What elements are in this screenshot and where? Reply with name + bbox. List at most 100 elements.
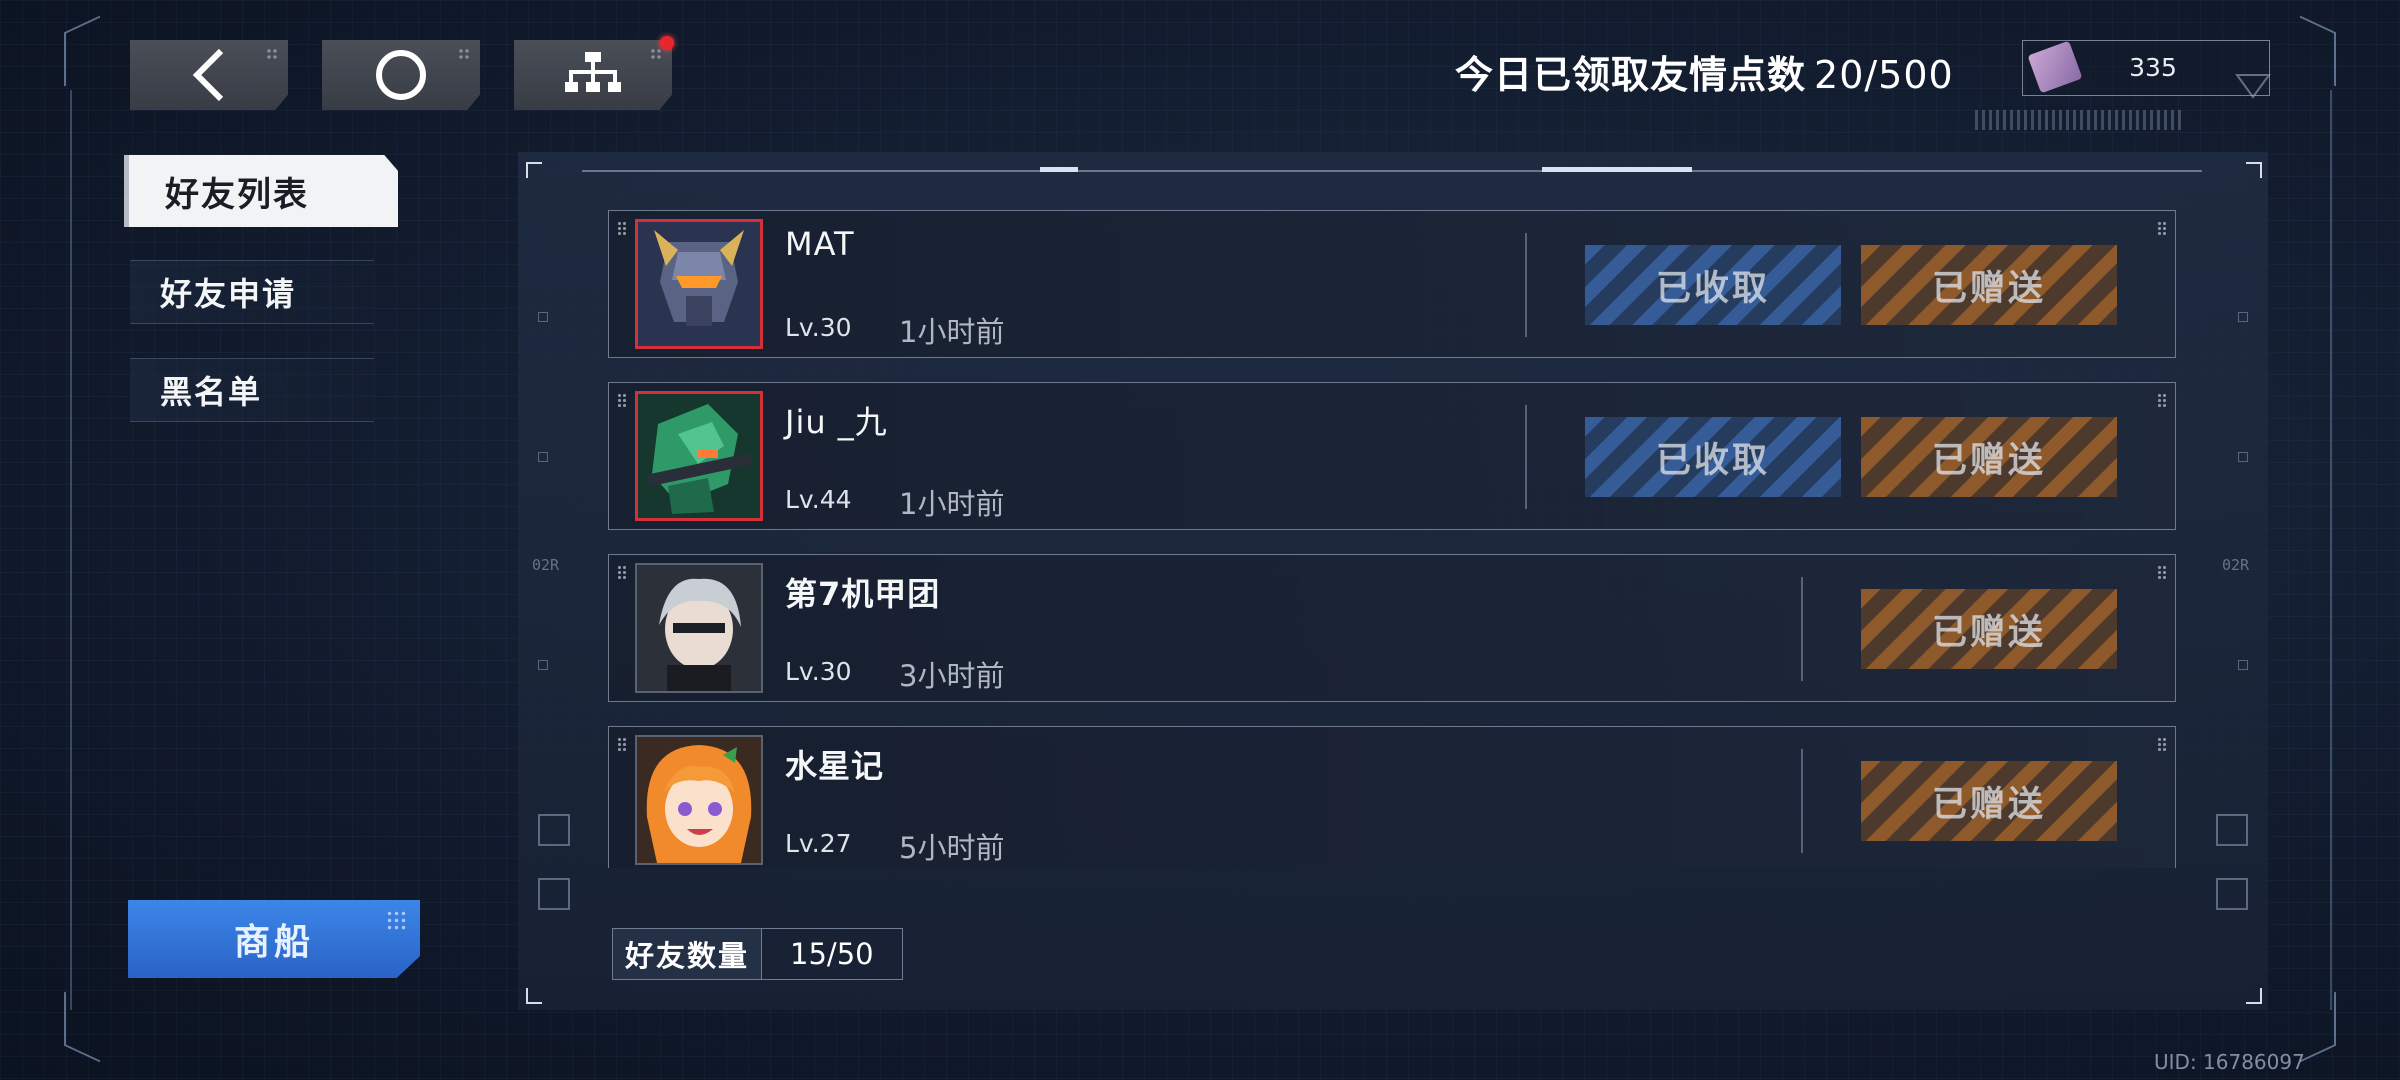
merchant-ship-label: 商船 bbox=[233, 922, 314, 963]
divider bbox=[1525, 405, 1527, 509]
merchant-ship-button[interactable]: 商船 bbox=[128, 900, 420, 978]
panel-corner-bl bbox=[526, 988, 542, 1004]
friendship-points-label: 今日已领取友情点数 bbox=[1455, 53, 1807, 97]
friend-count-value: 15/50 bbox=[761, 929, 902, 979]
friend-name: Jiu _九 bbox=[785, 403, 888, 441]
received-label: 已收取 bbox=[1655, 440, 1770, 481]
friendship-points-value: 20/500 bbox=[1814, 53, 1954, 97]
friend-level: Lv.30 bbox=[785, 313, 852, 342]
scroll-indicator-right bbox=[1542, 167, 1692, 172]
tab-blacklist[interactable]: 黑名单 bbox=[130, 358, 374, 422]
sent-button[interactable]: 已赠送 bbox=[1861, 589, 2117, 669]
green-mech-avatar-icon bbox=[638, 394, 760, 518]
sent-button[interactable]: 已赠送 bbox=[1861, 761, 2117, 841]
friend-last-seen: 1小时前 bbox=[899, 487, 1005, 521]
grip-dots-icon bbox=[2157, 737, 2167, 751]
left-frame-line bbox=[70, 90, 72, 1010]
friend-level: Lv.44 bbox=[785, 485, 852, 514]
menu-tree-button[interactable] bbox=[514, 40, 672, 110]
panel-corner-tr bbox=[2246, 162, 2262, 178]
friend-list[interactable]: MAT Lv.30 1小时前 已收取 已赠送 Jiu _九 Lv.44 1小时前 bbox=[606, 208, 2180, 868]
deco-box bbox=[2216, 814, 2248, 846]
deco-square bbox=[2238, 452, 2248, 462]
friend-count-label: 好友数量 bbox=[613, 929, 762, 979]
received-button[interactable]: 已收取 bbox=[1585, 245, 1841, 325]
grip-dots-icon bbox=[617, 737, 627, 751]
grip-dots-icon bbox=[458, 48, 470, 60]
friend-level: Lv.30 bbox=[785, 657, 852, 686]
avatar[interactable] bbox=[635, 735, 763, 865]
grip-dots-icon bbox=[650, 48, 662, 60]
sent-label: 已赠送 bbox=[1931, 612, 2046, 653]
circle-icon bbox=[376, 50, 426, 100]
user-id: UID: 16786097 bbox=[2154, 1050, 2305, 1074]
deco-square bbox=[538, 312, 548, 322]
home-button[interactable] bbox=[322, 40, 480, 110]
right-frame-line bbox=[2330, 90, 2332, 1010]
tab-friend-list-label: 好友列表 bbox=[165, 174, 309, 215]
silver-hair-avatar-icon bbox=[637, 565, 761, 691]
friend-row[interactable]: 第7机甲团 Lv.30 3小时前 已赠送 bbox=[608, 554, 2176, 702]
sent-button[interactable]: 已赠送 bbox=[1861, 245, 2117, 325]
sent-label: 已赠送 bbox=[1931, 784, 2046, 825]
mech-avatar-icon bbox=[638, 222, 760, 346]
friendship-points-today: 今日已领取友情点数 20/500 bbox=[1455, 44, 1954, 99]
deco-square bbox=[538, 452, 548, 462]
notification-dot-icon bbox=[660, 36, 674, 50]
friend-last-seen: 3小时前 bbox=[899, 659, 1005, 693]
back-button[interactable] bbox=[130, 40, 288, 110]
deco-box bbox=[538, 814, 570, 846]
avatar[interactable] bbox=[635, 391, 763, 521]
currency-value: 335 bbox=[2129, 53, 2177, 82]
sent-label: 已赠送 bbox=[1931, 268, 2046, 309]
decorative-barcode bbox=[1975, 110, 2185, 130]
sent-button[interactable]: 已赠送 bbox=[1861, 417, 2117, 497]
right-code-label: 02R bbox=[2222, 556, 2250, 574]
tab-friend-requests-label: 好友申请 bbox=[160, 275, 297, 313]
orange-hair-avatar-icon bbox=[637, 737, 761, 863]
tab-blacklist-label: 黑名单 bbox=[160, 373, 263, 411]
divider bbox=[1801, 577, 1803, 681]
friend-level: Lv.27 bbox=[785, 829, 852, 858]
friend-name: MAT bbox=[785, 225, 855, 263]
chip-currency-icon bbox=[2027, 40, 2083, 94]
avatar[interactable] bbox=[635, 219, 763, 349]
sent-label: 已赠送 bbox=[1931, 440, 2046, 481]
friend-last-seen: 5小时前 bbox=[899, 831, 1005, 865]
tab-friend-list[interactable]: 好友列表 bbox=[124, 155, 398, 227]
grip-dots-icon bbox=[617, 565, 627, 579]
friend-name: 第7机甲团 bbox=[785, 575, 941, 613]
received-button[interactable]: 已收取 bbox=[1585, 417, 1841, 497]
deco-box bbox=[538, 878, 570, 910]
grip-dots-icon bbox=[617, 393, 627, 407]
deco-square bbox=[538, 660, 548, 670]
deco-box bbox=[2216, 878, 2248, 910]
divider bbox=[1525, 233, 1527, 337]
left-code-label: 02R bbox=[532, 556, 560, 574]
hierarchy-icon bbox=[565, 52, 621, 92]
grip-dots-icon bbox=[2157, 221, 2167, 235]
triangle-down-icon bbox=[2235, 74, 2271, 99]
friend-name: 水星记 bbox=[785, 747, 885, 785]
divider bbox=[1801, 749, 1803, 853]
avatar[interactable] bbox=[635, 563, 763, 693]
tab-friend-requests[interactable]: 好友申请 bbox=[130, 260, 374, 324]
friend-row[interactable]: Jiu _九 Lv.44 1小时前 已收取 已赠送 bbox=[608, 382, 2176, 530]
grip-dots-icon bbox=[266, 48, 278, 60]
panel-top-rule bbox=[582, 170, 2202, 172]
friend-last-seen: 1小时前 bbox=[899, 315, 1005, 349]
currency-display[interactable]: 335 bbox=[2022, 40, 2271, 99]
grip-dots-icon bbox=[2157, 565, 2167, 579]
chevron-left-icon bbox=[192, 48, 224, 102]
deco-square bbox=[2238, 660, 2248, 670]
panel-corner-tl bbox=[526, 162, 542, 178]
deco-square bbox=[2238, 312, 2248, 322]
friend-count-box: 好友数量 15/50 bbox=[612, 928, 903, 980]
grip-dots-icon bbox=[386, 910, 406, 930]
friend-row[interactable]: MAT Lv.30 1小时前 已收取 已赠送 bbox=[608, 210, 2176, 358]
grip-dots-icon bbox=[2157, 393, 2167, 407]
panel-corner-br bbox=[2246, 988, 2262, 1004]
friend-row[interactable]: 水星记 Lv.27 5小时前 已赠送 bbox=[608, 726, 2176, 868]
received-label: 已收取 bbox=[1655, 268, 1770, 309]
grip-dots-icon bbox=[617, 221, 627, 235]
